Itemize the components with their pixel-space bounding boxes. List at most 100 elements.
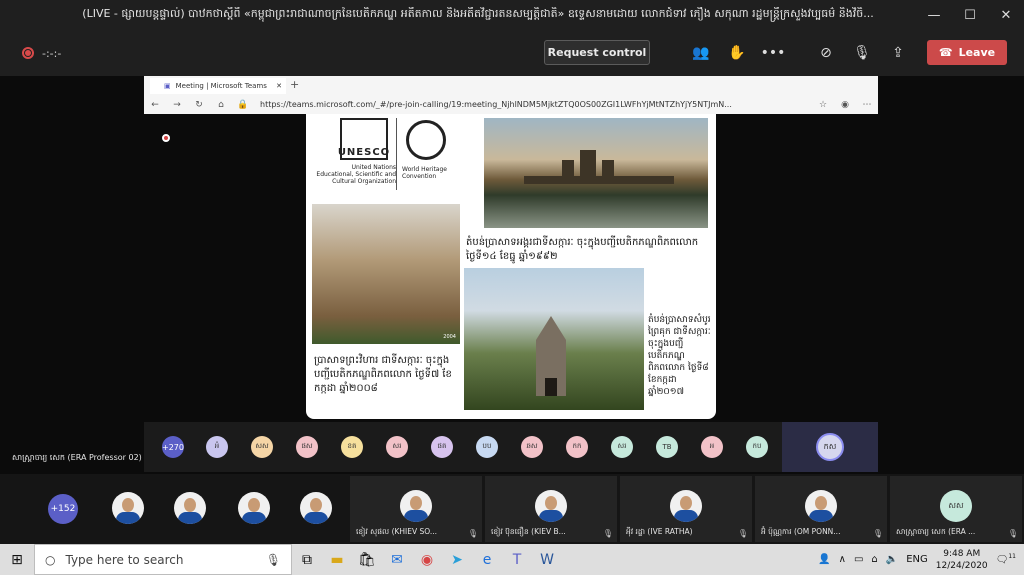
speaker-name: សាស្ត្រាចារ្យ សេក (ERA Professor 02) (12, 453, 142, 462)
whc-block: World Heritage Convention (402, 118, 476, 196)
tab-title: Meeting | Microsoft Teams (175, 82, 267, 90)
language-indicator[interactable]: ENG (906, 554, 928, 565)
people-icon[interactable]: 👤 (818, 554, 830, 565)
mic-icon: 🎙 (872, 529, 883, 538)
minimize-button[interactable]: — (916, 8, 952, 23)
leave-button[interactable]: ☎ Leave (927, 40, 1007, 65)
speaker-label: សាស្ត្រាចារ្យ សេក (ERA Professor 02) 🎙 (12, 452, 154, 464)
mic-icon: 🎙 (467, 529, 478, 538)
participant-avatar[interactable]: ផស (296, 436, 318, 458)
windows-taskbar: ⊞ ○ Type here to search 🎙 ⧉ ▬ 🛍 ✉ ◉ ➤ e … (0, 544, 1024, 575)
avatar (670, 490, 702, 522)
windows-start-icon[interactable]: ⊞ (0, 544, 34, 575)
mic-icon: 🎙 (737, 529, 748, 538)
participant-avatar[interactable]: បប (476, 436, 498, 458)
self-avatar: កស (816, 433, 844, 461)
back-icon[interactable]: ← (144, 100, 166, 110)
file-explorer-icon[interactable]: ▬ (322, 544, 352, 575)
sambor-prei-kuk-photo (464, 268, 644, 410)
avatar[interactable] (300, 492, 332, 524)
camera-off-icon[interactable]: ⊘ (815, 42, 837, 64)
store-icon[interactable]: 🛍 (352, 544, 382, 575)
home-icon[interactable]: ⌂ (210, 100, 232, 110)
video-tile[interactable]: សស សាស្ត្រាចារ្យ សេក (ERA ... 🎙 (890, 476, 1022, 542)
participant-avatar[interactable]: ខគ (341, 436, 363, 458)
angkor-gallery (524, 176, 674, 184)
volume-icon[interactable]: 🔈 (886, 554, 898, 565)
participant-name: ខៀវ ប៊ុនធឿន (KIEV B... (491, 527, 566, 536)
browser-tab[interactable]: ▣ Meeting | Microsoft Teams ✕ (150, 78, 286, 94)
clock[interactable]: 9:48 AM 12/24/2020 (936, 548, 988, 572)
unesco-logo: UNESCO (338, 118, 389, 160)
caption-preah-vihear: ប្រាសាទព្រះវិហារ ជាទីសក្ការៈ ចុះក្នុងបញ្… (314, 355, 452, 394)
taskbar-search[interactable]: ○ Type here to search 🎙 (34, 544, 292, 575)
browser-menu-icon[interactable]: ⋯ (856, 100, 878, 110)
more-options-icon[interactable]: ••• (761, 42, 786, 64)
participant-avatar[interactable]: អំ (206, 436, 228, 458)
raise-hand-icon[interactable]: ✋ (726, 42, 748, 64)
participant-avatar[interactable]: កប (746, 436, 768, 458)
battery-icon[interactable]: ▭ (854, 554, 863, 565)
refresh-icon[interactable]: ↻ (188, 100, 210, 110)
unesco-name: United Nations Educational, Scientific a… (316, 164, 396, 185)
video-tile[interactable]: ខៀវ ប៊ុនធឿន (KIEV B... 🎙 (485, 476, 617, 542)
avatar (400, 490, 432, 522)
video-tile[interactable]: ខៀវ សុផល (KHIEV SO... 🎙 (350, 476, 482, 542)
edge-icon[interactable]: e (472, 544, 502, 575)
participant-avatar[interactable]: ផគ (431, 436, 453, 458)
mail-icon[interactable]: ✉ (382, 544, 412, 575)
self-video-tile[interactable]: កស (782, 422, 878, 472)
maximize-button[interactable]: ☐ (952, 8, 988, 23)
word-icon[interactable]: W (532, 544, 562, 575)
participant-avatar[interactable]: អ (701, 436, 723, 458)
photo-tag: 2004 (443, 334, 456, 340)
clock-date: 12/24/2020 (935, 560, 988, 571)
participant-name: សាស្ត្រាចារ្យ សេក (ERA ... (896, 527, 976, 536)
network-icon[interactable]: ⌂ (871, 554, 877, 565)
teams-icon: ▣ (164, 82, 171, 90)
share-screen-icon[interactable]: ⇪ (887, 42, 909, 64)
unesco-block: UNESCO United Nations Educational, Scien… (314, 118, 396, 196)
participant-avatar[interactable]: សរ (386, 436, 408, 458)
chrome-icon[interactable]: ◉ (412, 544, 442, 575)
participants-icon[interactable]: 👥 (690, 42, 712, 64)
telegram-icon[interactable]: ➤ (442, 544, 472, 575)
mic-icon: 🎙 (602, 529, 613, 538)
participant-avatar[interactable]: សរ (611, 436, 633, 458)
task-view-icon[interactable]: ⧉ (292, 544, 322, 575)
close-button[interactable]: ✕ (988, 8, 1024, 23)
request-control-button[interactable]: Request control (544, 40, 650, 65)
avatar[interactable] (112, 492, 144, 524)
phone-icon: ☎ (938, 46, 953, 59)
new-tab-button[interactable]: + (290, 78, 299, 91)
temple-door (545, 378, 557, 396)
profile-icon[interactable]: ◉ (834, 100, 856, 110)
gallery-count[interactable]: +152 (48, 494, 78, 524)
recording-icon (22, 47, 34, 59)
chevron-up-icon[interactable]: ∧ (839, 554, 846, 565)
participant-avatar[interactable]: សស (251, 436, 273, 458)
forward-icon[interactable]: → (166, 100, 188, 110)
participant-avatar[interactable]: TB (656, 436, 678, 458)
participant-name: អ៊ំ ប៉ុណ្ណការ (OM PONN... (761, 527, 841, 536)
meeting-toolbar: -:-:- Request control 👥 ✋ ••• ⊘ 🎙 ⇪ ☎ Le… (0, 30, 1024, 76)
participant-avatar[interactable]: ឆស (521, 436, 543, 458)
divider (396, 118, 397, 190)
avatar[interactable] (238, 492, 270, 524)
video-tile[interactable]: អុីវ រដ្ឋា (IVE RATHA) 🎙 (620, 476, 752, 542)
teams-icon[interactable]: T (502, 544, 532, 575)
favorite-icon[interactable]: ☆ (812, 100, 834, 110)
participant-avatar[interactable]: កក (566, 436, 588, 458)
notifications-icon[interactable]: 🗨11 (996, 553, 1016, 565)
participants-strip: +270 អំ សស ផស ខគ សរ ផគ បប ឆស កក សរ TB អ កប កស (144, 422, 878, 472)
tab-close-icon[interactable]: ✕ (276, 82, 282, 90)
mic-icon[interactable]: 🎙 (266, 553, 281, 567)
video-tile[interactable]: អ៊ំ ប៉ុណ្ណការ (OM PONN... 🎙 (755, 476, 887, 542)
presentation-slide: UNESCO United Nations Educational, Scien… (306, 114, 716, 419)
mic-off-icon[interactable]: 🎙 (851, 42, 873, 64)
preah-vihear-photo: 2004 (312, 204, 460, 344)
participant-name: ខៀវ សុផល (KHIEV SO... (356, 527, 438, 536)
participant-count[interactable]: +270 (162, 436, 184, 458)
url-field[interactable]: https://teams.microsoft.com/_#/pre-join-… (260, 100, 812, 109)
avatar[interactable] (174, 492, 206, 524)
